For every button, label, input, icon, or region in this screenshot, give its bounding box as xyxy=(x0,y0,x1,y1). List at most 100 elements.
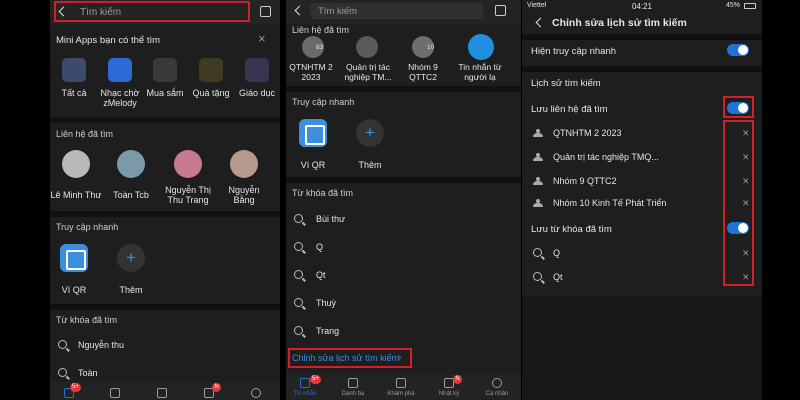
avatar[interactable] xyxy=(62,150,90,178)
keyword-item[interactable]: Q xyxy=(316,242,323,252)
quick-access-title: Truy cập nhanh xyxy=(292,97,355,107)
divider xyxy=(522,34,762,40)
cloud-icon[interactable] xyxy=(468,34,494,60)
contact-name: Quản trị tác nghiệp TM... xyxy=(344,62,392,82)
divider xyxy=(286,177,521,183)
member-count: 10 xyxy=(427,44,435,51)
quick-label-more: Thêm xyxy=(119,285,143,295)
profile-icon[interactable] xyxy=(492,378,502,388)
history-contact: Quản trị tác nghiệp TMQ... xyxy=(553,152,659,162)
divider xyxy=(286,86,521,92)
contact-name: Tin nhắn từ người lạ xyxy=(458,62,502,82)
quick-label-qr: Ví QR xyxy=(300,160,326,170)
nav-label: Tin nhắn xyxy=(293,391,317,397)
search-screen-left: Tìm kiếm Mini Apps bạn có thể tìm × Tất … xyxy=(50,0,280,400)
empty-area xyxy=(522,296,762,400)
keyword-item[interactable]: Qt xyxy=(316,270,326,280)
battery-icon xyxy=(744,3,756,9)
history-contact: Nhóm 10 Kinh Tế Phát Triển xyxy=(553,198,667,208)
notification-badge: 5+ xyxy=(310,375,321,384)
search-icon xyxy=(294,270,303,279)
history-keyword: Q xyxy=(553,248,561,258)
group-icon xyxy=(533,177,543,185)
messages-icon[interactable] xyxy=(300,378,310,388)
app-label-shopping: Mua sắm xyxy=(146,88,184,98)
search-icon xyxy=(533,248,542,257)
mini-apps-title: Mini Apps bạn có thể tìm xyxy=(56,35,161,46)
music-note-icon[interactable] xyxy=(108,58,132,82)
group-avatar[interactable] xyxy=(356,36,378,58)
app-label-zmelody: Nhạc chờ zMelody xyxy=(100,88,140,108)
keyword-item[interactable]: Nguyễn thu xyxy=(78,340,124,350)
search-icon xyxy=(294,326,303,335)
book-icon[interactable] xyxy=(245,58,269,82)
qr-scan-icon[interactable] xyxy=(260,6,271,17)
qr-wallet-icon[interactable] xyxy=(60,244,88,272)
highlight-contacts-toggle xyxy=(723,96,754,118)
keyword-item[interactable]: Toàn xyxy=(78,368,98,378)
show-quick-access-label: Hiện truy cập nhanh xyxy=(531,46,617,57)
app-label-education: Giáo dục xyxy=(238,88,276,98)
keyword-item[interactable]: Trang xyxy=(316,326,339,336)
avatar[interactable] xyxy=(230,150,258,178)
search-icon xyxy=(294,214,303,223)
carrier-label: Viettel xyxy=(527,2,547,9)
discover-icon[interactable] xyxy=(396,378,406,388)
edit-search-history-screen: Viettel 04:21 45% Chỉnh sửa lịch sử tìm … xyxy=(522,0,762,400)
highlight-search-box xyxy=(54,1,250,22)
add-icon[interactable]: + xyxy=(117,244,145,272)
search-screen-middle: Tìm kiếm Liên hệ đã tìm 83 10 QTNHTM 2 2… xyxy=(286,0,521,400)
qr-scan-icon[interactable] xyxy=(495,5,506,16)
contact-name: Nguyễn Bằng xyxy=(228,185,260,205)
divider xyxy=(50,211,280,217)
nav-label: Danh bạ xyxy=(341,391,365,397)
app-label-gifts: Quà tặng xyxy=(192,88,230,98)
close-icon[interactable]: × xyxy=(258,31,266,46)
divider xyxy=(50,304,280,310)
back-arrow-icon[interactable] xyxy=(535,17,546,28)
search-icon xyxy=(58,340,67,349)
highlight-remove-column xyxy=(723,120,754,286)
profile-icon[interactable] xyxy=(251,388,261,398)
search-icon xyxy=(294,298,303,307)
save-contacts-label: Lưu liên hệ đã tìm xyxy=(531,104,608,115)
search-icon xyxy=(58,368,67,377)
chevron-right-icon: › xyxy=(398,352,402,363)
quick-label-qr: Ví QR xyxy=(61,285,87,295)
add-icon[interactable]: + xyxy=(356,119,384,147)
divider xyxy=(50,117,280,123)
keyword-item[interactable]: Thuỳ xyxy=(316,298,336,308)
gift-icon[interactable] xyxy=(199,58,223,82)
contacts-title: Liên hệ đã tìm xyxy=(56,129,114,139)
history-contact: QTNHTM 2 2023 xyxy=(553,128,622,138)
avatar[interactable] xyxy=(174,150,202,178)
shopping-bag-icon[interactable] xyxy=(153,58,177,82)
page-title: Chỉnh sửa lịch sử tìm kiếm xyxy=(552,17,687,29)
show-quick-access-toggle[interactable] xyxy=(727,44,749,56)
contacts-icon[interactable] xyxy=(110,388,120,398)
save-keywords-label: Lưu từ khóa đã tìm xyxy=(531,224,612,235)
nav-label: Nhật ký xyxy=(438,391,460,397)
keywords-title: Từ khóa đã tìm xyxy=(56,315,118,325)
nav-label: Cá nhân xyxy=(485,391,509,397)
qr-wallet-icon[interactable] xyxy=(299,119,327,147)
edit-search-history-link[interactable]: Chỉnh sửa lịch sử tìm kiếm xyxy=(292,353,399,363)
contacts-title: Liên hệ đã tìm xyxy=(292,25,350,35)
bottom-nav: 5+ N Tin nhắn Danh bạ Khám phá Nhật ký C… xyxy=(286,374,521,400)
keyword-item[interactable]: Bùi thư xyxy=(316,214,345,224)
member-count: 83 xyxy=(316,44,324,51)
search-icon xyxy=(533,272,542,281)
notification-badge: N xyxy=(212,383,221,392)
contacts-icon[interactable] xyxy=(348,378,358,388)
history-section-title: Lịch sử tìm kiếm xyxy=(531,78,601,89)
discover-icon[interactable] xyxy=(157,388,167,398)
bottom-nav: 5+ N xyxy=(50,382,280,400)
group-icon xyxy=(533,129,543,137)
quick-access-title: Truy cập nhanh xyxy=(56,222,119,232)
app-label-all: Tất cả xyxy=(61,88,87,98)
search-input[interactable]: Tìm kiếm xyxy=(310,3,483,19)
avatar[interactable] xyxy=(117,150,145,178)
contact-name: Nhóm 9 QTTC2 xyxy=(408,62,438,82)
group-icon xyxy=(533,153,543,161)
app-all-icon[interactable] xyxy=(62,58,86,82)
